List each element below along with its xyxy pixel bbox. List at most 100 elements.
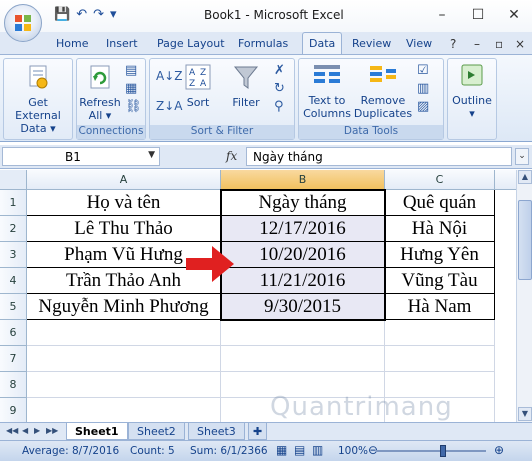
zoom-slider[interactable] xyxy=(376,450,486,452)
cell-c3[interactable]: Hưng Yên xyxy=(385,242,495,268)
cell-c7[interactable] xyxy=(385,346,495,372)
tab-home[interactable]: Home xyxy=(56,37,88,50)
cell-a8[interactable] xyxy=(27,372,221,398)
cell-a1[interactable]: Họ và tên xyxy=(27,190,221,216)
cell-b5[interactable]: 9/30/2015 xyxy=(221,294,385,320)
ribbon-close-icon[interactable]: × xyxy=(515,37,525,51)
edit-links-icon[interactable]: ⛓ xyxy=(125,99,142,114)
refresh-all-button[interactable]: Refresh All ▾ xyxy=(79,63,121,122)
prev-sheet-icon[interactable]: ◀ xyxy=(22,426,28,435)
cell-c1[interactable]: Quê quán xyxy=(385,190,495,216)
row-header-4[interactable]: 4 xyxy=(0,268,27,294)
cell-b1[interactable]: Ngày tháng xyxy=(221,190,385,216)
select-all-corner[interactable] xyxy=(0,170,27,190)
get-external-data-button[interactable]: Get External Data ▾ xyxy=(4,63,72,135)
tab-page-layout[interactable]: Page Layout xyxy=(157,37,225,50)
page-layout-view-icon[interactable]: ▤ xyxy=(294,443,305,457)
cell-b2[interactable]: 12/17/2016 xyxy=(221,216,385,242)
text-to-columns-button[interactable]: Text to Columns xyxy=(301,63,353,120)
tab-review[interactable]: Review xyxy=(352,37,391,50)
zoom-slider-knob[interactable] xyxy=(440,445,446,457)
scroll-thumb[interactable] xyxy=(518,200,532,280)
name-box[interactable]: B1 ▼ xyxy=(2,147,160,166)
zoom-level[interactable]: 100% xyxy=(338,445,368,457)
row-header-5[interactable]: 5 xyxy=(0,294,27,320)
tab-formulas[interactable]: Formulas xyxy=(238,37,288,50)
office-button[interactable] xyxy=(4,4,42,42)
cell-a6[interactable] xyxy=(27,320,221,346)
tab-data[interactable]: Data xyxy=(302,32,343,55)
row-header-8[interactable]: 8 xyxy=(0,372,27,398)
tab-insert[interactable]: Insert xyxy=(106,37,138,50)
insert-sheet-icon[interactable]: ✚ xyxy=(248,423,268,440)
customize-qat-icon[interactable]: ▾ xyxy=(110,7,117,22)
undo-icon[interactable]: ↶ xyxy=(76,7,87,22)
cell-b3[interactable]: 10/20/2016 xyxy=(221,242,385,268)
outline-button[interactable]: Outline ▾ xyxy=(448,63,496,120)
cell-b6[interactable] xyxy=(221,320,385,346)
sheet-tab-sheet2[interactable]: Sheet2 xyxy=(128,423,185,440)
cell-a2[interactable]: Lê Thu Thảo xyxy=(27,216,221,242)
ribbon-restore-icon[interactable]: ▫ xyxy=(495,37,503,51)
cell-a9[interactable] xyxy=(27,398,221,422)
formula-input[interactable]: Ngày tháng xyxy=(246,147,512,166)
tab-view[interactable]: View xyxy=(406,37,432,50)
page-break-view-icon[interactable]: ▥ xyxy=(312,443,323,457)
scroll-down-icon[interactable]: ▼ xyxy=(518,407,532,421)
cell-a7[interactable] xyxy=(27,346,221,372)
group-get-external-data: Get External Data ▾ xyxy=(3,58,73,140)
sort-button[interactable]: A Z Z A Sort xyxy=(180,63,216,109)
column-header-b[interactable]: B xyxy=(221,170,385,190)
row-header-3[interactable]: 3 xyxy=(0,242,27,268)
close-button[interactable]: ✕ xyxy=(496,0,532,30)
cell-c2[interactable]: Hà Nội xyxy=(385,216,495,242)
remove-duplicates-icon xyxy=(370,66,396,82)
help-icon[interactable]: ? xyxy=(450,37,456,51)
advanced-filter-icon[interactable]: ⚲ xyxy=(274,99,284,114)
minimize-button[interactable]: – xyxy=(424,0,460,30)
column-header-c[interactable]: C xyxy=(385,170,495,190)
cell-c5[interactable]: Hà Nam xyxy=(385,294,495,320)
cell-b7[interactable] xyxy=(221,346,385,372)
row-header-6[interactable]: 6 xyxy=(0,320,27,346)
properties-icon[interactable]: ▦ xyxy=(125,81,137,96)
sort-z-a-icon[interactable]: Z↓A xyxy=(156,99,182,113)
insert-function-icon[interactable]: fx xyxy=(226,149,237,163)
cell-c6[interactable] xyxy=(385,320,495,346)
cell-a5[interactable]: Nguyễn Minh Phương xyxy=(27,294,221,320)
reapply-filter-icon[interactable]: ↻ xyxy=(274,81,285,96)
first-sheet-icon[interactable]: ◀◀ xyxy=(6,426,18,435)
connections-icon[interactable]: ▤ xyxy=(125,63,137,78)
clear-filter-icon[interactable]: ✗ xyxy=(274,63,285,78)
row-header-9[interactable]: 9 xyxy=(0,398,27,422)
column-header-d[interactable] xyxy=(495,170,516,190)
sort-a-z-icon[interactable]: A↓Z xyxy=(156,69,182,83)
redo-icon[interactable]: ↷ xyxy=(93,7,104,22)
data-validation-icon[interactable]: ☑ xyxy=(417,63,429,78)
next-sheet-icon[interactable]: ▶ xyxy=(34,426,40,435)
ribbon-minimize-icon[interactable]: – xyxy=(474,37,480,51)
maximize-button[interactable]: ☐ xyxy=(460,0,496,30)
scroll-up-icon[interactable]: ▲ xyxy=(518,170,532,184)
row-header-7[interactable]: 7 xyxy=(0,346,27,372)
last-sheet-icon[interactable]: ▶▶ xyxy=(46,426,58,435)
sheet-tab-sheet1[interactable]: Sheet1 xyxy=(66,423,128,440)
vertical-scrollbar[interactable]: ▲ ▼ xyxy=(516,170,532,422)
filter-button[interactable]: Filter xyxy=(226,63,266,109)
zoom-in-icon[interactable]: ⊕ xyxy=(494,443,504,457)
cell-c4[interactable]: Vũng Tàu xyxy=(385,268,495,294)
name-box-dropdown-icon[interactable]: ▼ xyxy=(148,150,155,160)
expand-formula-bar-icon[interactable]: ⌄ xyxy=(515,148,529,165)
consolidate-icon[interactable]: ▥ xyxy=(417,81,429,96)
row-header-1[interactable]: 1 xyxy=(0,190,27,216)
worksheet-grid[interactable]: A B C 1 2 3 4 5 6 7 8 9 Họ và tên Ngày t… xyxy=(0,170,516,422)
row-header-2[interactable]: 2 xyxy=(0,216,27,242)
column-header-a[interactable]: A xyxy=(27,170,221,190)
normal-view-icon[interactable]: ▦ xyxy=(276,443,287,457)
what-if-analysis-icon[interactable]: ▨ xyxy=(417,99,429,114)
outline-label: Outline xyxy=(452,94,492,107)
remove-duplicates-button[interactable]: Remove Duplicates xyxy=(353,63,413,120)
sheet-tab-sheet3[interactable]: Sheet3 xyxy=(188,423,245,440)
cell-b4[interactable]: 11/21/2016 xyxy=(221,268,385,294)
save-icon[interactable]: 💾 xyxy=(54,7,70,22)
